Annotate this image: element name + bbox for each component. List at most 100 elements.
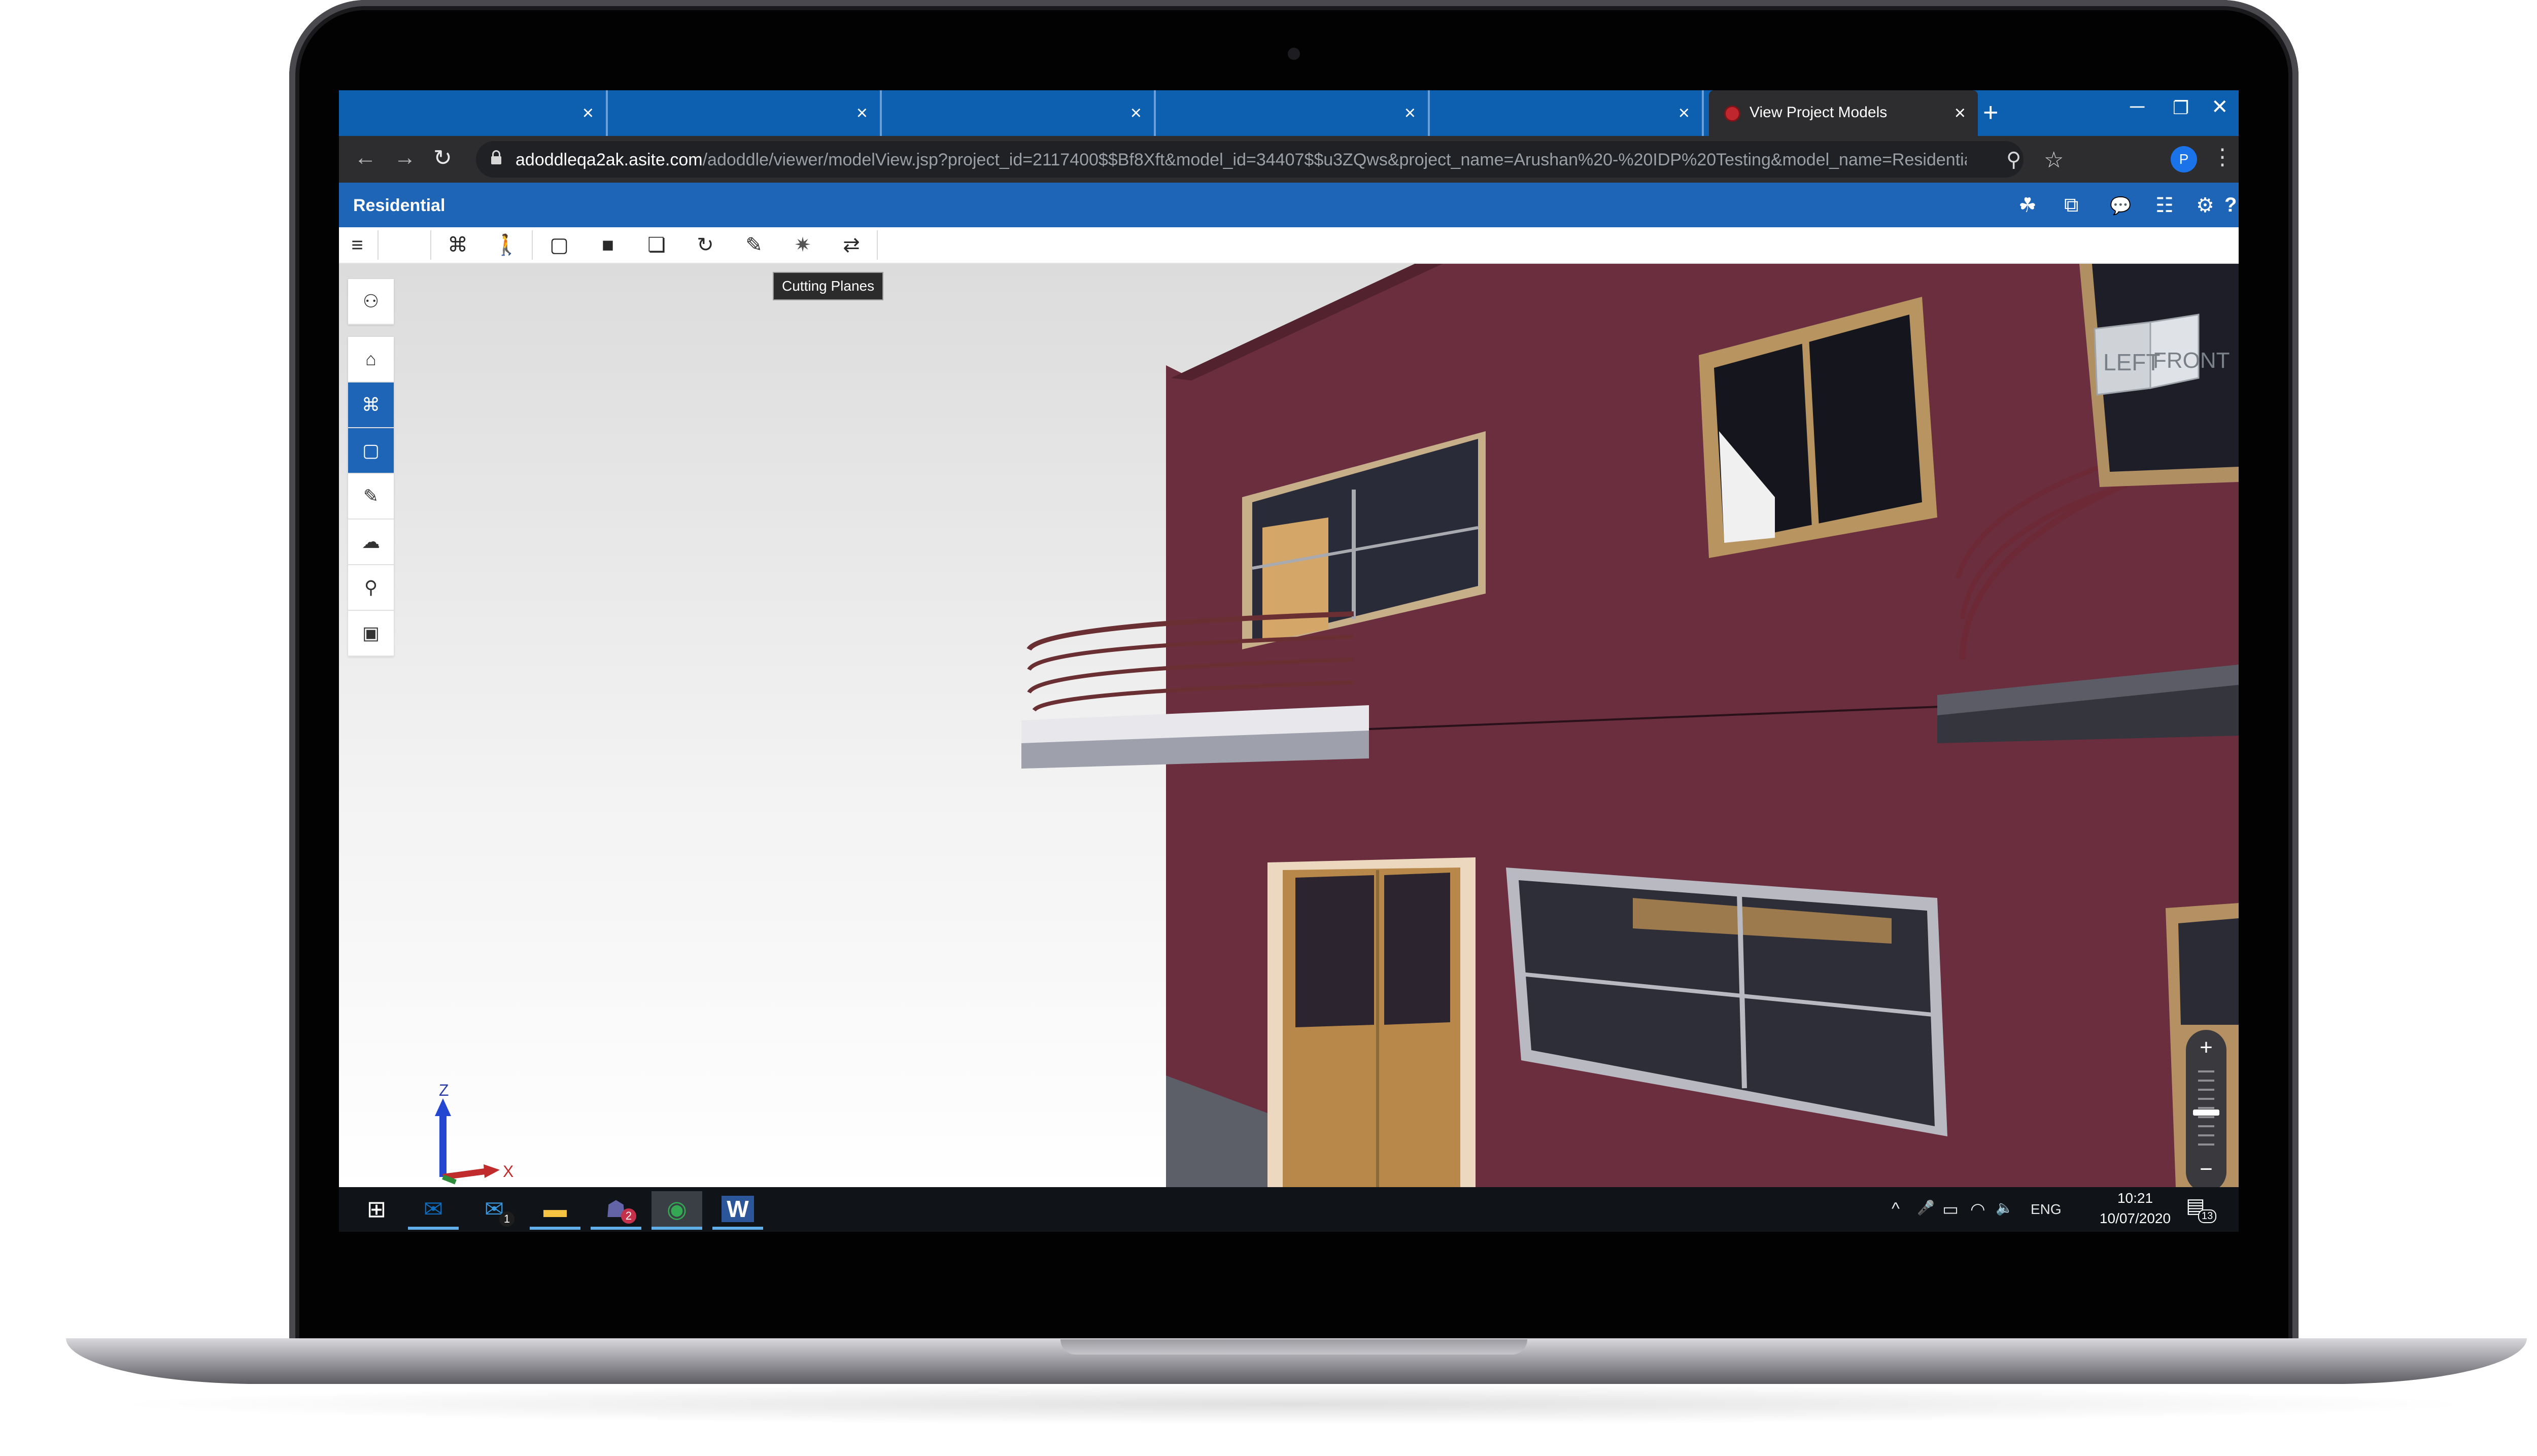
teams-badge: 2 <box>621 1208 636 1224</box>
tab-close-icon[interactable]: × <box>1404 102 1416 124</box>
browser-tab[interactable]: × <box>613 90 882 136</box>
url-host: adoddleqa2ak.asite.com <box>516 150 703 169</box>
outlook-icon[interactable]: ✉ <box>408 1191 459 1230</box>
viewcube-left-label[interactable]: LEFT <box>2103 349 2160 375</box>
viewer-toolbar: ≡ ⌘ 🚶 ▢ ■ ❏ ↻ ✎ ✷ ⇄ <box>339 227 2239 264</box>
zoom-track[interactable] <box>2198 1070 2214 1147</box>
lock-icon[interactable] <box>491 150 501 165</box>
browser-tab[interactable]: × <box>1161 90 1430 136</box>
notification-center-icon[interactable]: ▤ 13 <box>2186 1194 2217 1225</box>
notes-icon[interactable]: ☷ <box>2155 194 2174 217</box>
word-icon[interactable]: W <box>712 1191 763 1230</box>
cutting-planes-icon[interactable]: ✷ <box>779 227 826 263</box>
windows-taskbar: ⊞ ✉ ✉ 1 ▬ ☗ 2 ◉ W ^ 🎤 ▭ ◠ 🔈 ENG 10:21 10… <box>339 1187 2239 1232</box>
axis-triad: Z X <box>435 1081 513 1185</box>
forward-icon[interactable]: → <box>394 145 416 170</box>
toolbar-divider <box>430 230 431 260</box>
start-button[interactable]: ⊞ <box>351 1191 402 1230</box>
markup-icon[interactable]: ✎ <box>731 227 777 263</box>
model-tree-toggle-icon[interactable]: ⌘ <box>434 227 481 263</box>
file-explorer-icon[interactable]: ▬ <box>530 1191 580 1230</box>
notification-count: 13 <box>2198 1209 2217 1223</box>
axis-z-arrow <box>435 1098 451 1116</box>
wifi-icon[interactable]: ◠ <box>1970 1199 1985 1220</box>
mail-icon[interactable]: ✉ 1 <box>469 1191 520 1230</box>
hierarchy-icon[interactable]: ⚇ <box>348 279 394 325</box>
reload-icon[interactable]: ↻ <box>433 145 452 171</box>
new-tab-button[interactable]: + <box>1983 97 1998 128</box>
compare-icon[interactable]: ⧉ <box>2064 194 2079 217</box>
tab-close-icon[interactable]: × <box>1678 102 1690 124</box>
model-share-icon[interactable]: ☘ <box>2018 194 2037 217</box>
clock-date[interactable]: 10/07/2020 <box>2089 1210 2181 1227</box>
restore-icon[interactable]: ❐ <box>2173 97 2189 119</box>
microphone-icon[interactable]: 🎤 <box>1917 1199 1935 1216</box>
tab-close-icon[interactable]: × <box>1955 102 1966 124</box>
measure-icon[interactable]: ✎ <box>348 474 394 519</box>
profile-avatar[interactable]: P <box>2171 146 2197 172</box>
zoom-in-icon[interactable]: + <box>2186 1035 2226 1060</box>
teams-icon[interactable]: ☗ 2 <box>591 1191 641 1230</box>
clock-time[interactable]: 10:21 <box>2105 1190 2166 1206</box>
comments-icon[interactable]: 💬 <box>2110 196 2131 216</box>
zoom-thumb[interactable] <box>2193 1110 2219 1116</box>
app-header: Residential ☘ ⧉ 💬 ☷ ⚙ ? <box>339 183 2239 227</box>
settings-icon[interactable]: ⚙ <box>2196 194 2214 217</box>
home-icon[interactable]: ⌂ <box>348 337 394 383</box>
zoom-out-icon[interactable]: − <box>2186 1157 2226 1182</box>
browser-tab-strip: × × × × × View Project Models × + ─ ❐ ✕ <box>339 90 2239 136</box>
properties-icon[interactable]: ⚲ <box>348 565 394 611</box>
bookmark-star-icon[interactable]: ☆ <box>2044 147 2064 173</box>
reset-view-icon[interactable]: ↻ <box>682 227 729 263</box>
browser-tab-active[interactable]: View Project Models × <box>1709 90 1978 136</box>
asite-favicon-icon <box>1724 106 1740 122</box>
section-icon[interactable]: ▢ <box>348 428 394 474</box>
building-model[interactable]: LEFT FRONT <box>339 264 2239 1187</box>
axis-x-line <box>442 1168 489 1180</box>
browser-menu-icon[interactable]: ⋮ <box>2211 144 2234 170</box>
walk-mode-icon[interactable]: 🚶 <box>483 227 530 263</box>
hamburger-menu-icon[interactable]: ≡ <box>339 227 375 263</box>
browser-address-bar: ← → ↻ adoddleqa2ak.asite.com/adoddle/vie… <box>339 136 2239 183</box>
solid-view-icon[interactable]: ■ <box>585 227 631 263</box>
left-tool-panel: ⚇ ⌂ ⌘ ▢ ✎ ☁ ⚲ ▣ <box>348 279 394 656</box>
window-close-icon[interactable]: ✕ <box>2211 95 2229 119</box>
zoom-slider[interactable]: + − <box>2186 1030 2226 1187</box>
tab-close-icon[interactable]: × <box>582 102 594 124</box>
back-icon[interactable]: ← <box>354 145 376 170</box>
viewcube-front-label[interactable]: FRONT <box>2153 348 2230 373</box>
viewer-settings-icon[interactable]: ▣ <box>348 611 394 656</box>
volume-icon[interactable]: 🔈 <box>1996 1199 2013 1216</box>
door-glass <box>2178 918 2239 1025</box>
tab-close-icon[interactable]: × <box>1130 102 1142 124</box>
toolbar-divider <box>378 230 379 260</box>
zoom-icon[interactable]: ⚲ <box>2006 148 2021 171</box>
door-glass <box>1295 875 1374 1027</box>
tab-close-icon[interactable]: × <box>856 102 868 124</box>
panel-gap <box>348 325 394 337</box>
layers-icon[interactable]: ❏ <box>633 227 680 263</box>
screen: × × × × × View Project Models × + ─ ❐ ✕ … <box>339 90 2239 1232</box>
webcam <box>1288 48 1300 60</box>
minimize-icon[interactable]: ─ <box>2130 95 2144 118</box>
help-icon[interactable]: ? <box>2224 194 2237 217</box>
language-indicator[interactable]: ENG <box>2031 1201 2062 1218</box>
cloud-icon[interactable]: ☁ <box>348 519 394 565</box>
3d-viewport[interactable]: LEFT FRONT ⚇ ⌂ ⌘ ▢ ✎ ☁ ⚲ ▣ Z X + − <box>339 264 2239 1187</box>
axis-z-label: Z <box>439 1081 449 1099</box>
battery-icon[interactable]: ▭ <box>1942 1199 1959 1220</box>
model-title: Residential <box>353 196 445 215</box>
swap-icon[interactable]: ⇄ <box>828 227 875 263</box>
browser-tab[interactable]: × <box>339 90 608 136</box>
section-box-icon[interactable]: ▢ <box>536 227 582 263</box>
laptop-shadow <box>101 1384 2486 1425</box>
url-path: /adoddle/viewer/modelView.jsp?project_id… <box>702 150 1967 169</box>
browser-tab[interactable]: × <box>887 90 1156 136</box>
object-tree-icon[interactable]: ⌘ <box>348 383 394 428</box>
tray-chevron-icon[interactable]: ^ <box>1892 1199 1900 1219</box>
chrome-icon[interactable]: ◉ <box>652 1191 702 1230</box>
browser-tab[interactable]: × <box>1435 90 1704 136</box>
cutting-planes-tooltip: Cutting Planes <box>773 272 884 300</box>
interior-door <box>1262 517 1328 642</box>
url-field[interactable]: adoddleqa2ak.asite.com/adoddle/viewer/mo… <box>476 141 2064 178</box>
